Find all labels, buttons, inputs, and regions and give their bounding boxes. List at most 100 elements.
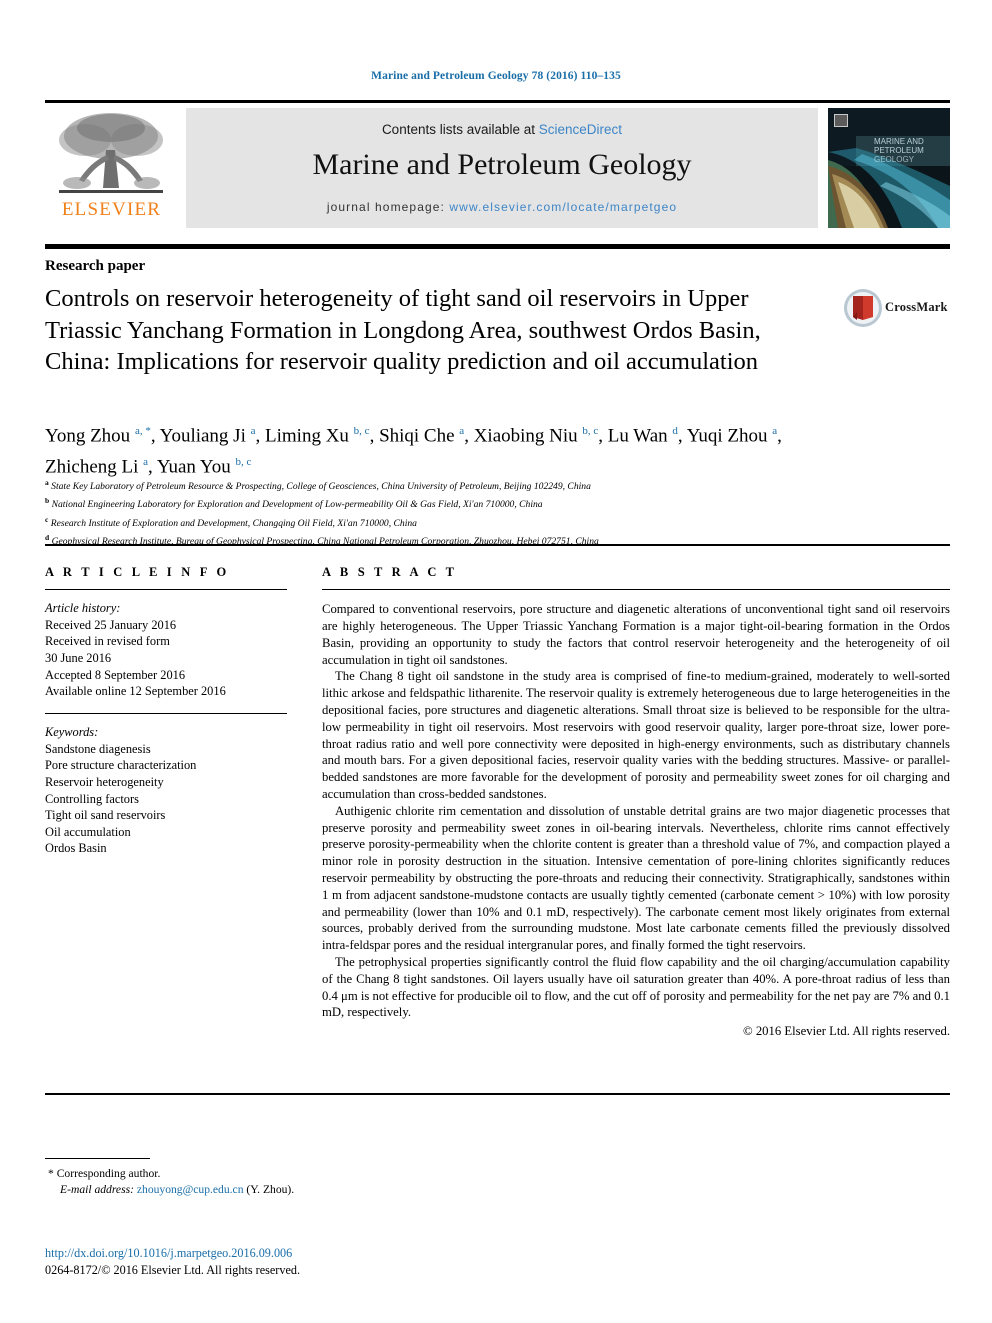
- affiliation-item: d Geophysical Research Institute, Bureau…: [45, 531, 925, 549]
- issn-copyright-line: 0264-8172/© 2016 Elsevier Ltd. All right…: [45, 1263, 300, 1277]
- doi-link[interactable]: http://dx.doi.org/10.1016/j.marpetgeo.20…: [45, 1246, 292, 1261]
- svg-text:PETROLEUM: PETROLEUM: [874, 146, 924, 155]
- corresponding-marker: *: [48, 1167, 54, 1180]
- author-separator: ,: [150, 425, 160, 447]
- affiliation-text: State Key Laboratory of Petroleum Resour…: [48, 481, 591, 493]
- abstract-heading: A B S T R A C T: [322, 565, 458, 579]
- article-history-item: 30 June 2016: [45, 651, 112, 666]
- keywords-label: Keywords:: [45, 725, 99, 740]
- author-separator: ,: [677, 425, 687, 447]
- article-info-heading: A R T I C L E I N F O: [45, 565, 230, 579]
- affiliation-item: a State Key Laboratory of Petroleum Reso…: [45, 476, 925, 494]
- author-name[interactable]: Yuan You: [157, 457, 236, 478]
- contents-prefix: Contents lists available at: [381, 122, 539, 137]
- keyword-item[interactable]: Controlling factors: [45, 791, 287, 808]
- journal-homepage-link[interactable]: www.elsevier.com/locate/marpetgeo: [449, 200, 677, 214]
- affiliation-text: Geophysical Research Institute, Bureau o…: [49, 536, 599, 548]
- contents-list-line: Contents lists available at ScienceDirec…: [186, 122, 818, 137]
- homepage-prefix: journal homepage:: [326, 200, 450, 214]
- masthead-bottom-rule: [45, 244, 950, 249]
- author-affiliation-marker: b, c: [353, 425, 370, 437]
- article-history-label: Article history:: [45, 601, 121, 616]
- abstract-paragraph: Compared to conventional reservoirs, por…: [322, 602, 950, 667]
- keyword-item[interactable]: Tight oil sand reservoirs: [45, 807, 287, 824]
- sciencedirect-link[interactable]: ScienceDirect: [539, 122, 622, 137]
- keyword-item[interactable]: Reservoir heterogeneity: [45, 774, 287, 791]
- corresponding-author-line: * Corresponding author.: [48, 1166, 508, 1182]
- keyword-item[interactable]: Sandstone diagenesis: [45, 741, 287, 758]
- keyword-items: Sandstone diagenesis Pore structure chara…: [45, 741, 287, 857]
- journal-masthead: ELSEVIER Contents lists available at Sci…: [45, 100, 950, 228]
- author-list: Yong Zhou a, *, Youliang Ji a, Liming Xu…: [45, 418, 835, 481]
- article-history-items: Received 25 January 2016 Received in revi…: [45, 617, 287, 700]
- author-name[interactable]: Xiaobing Niu: [474, 425, 583, 446]
- affiliation-text: National Engineering Laboratory for Expl…: [49, 499, 543, 511]
- author-separator: ,: [369, 425, 380, 447]
- info-block-top-rule: [45, 544, 950, 546]
- corresponding-label: Corresponding author.: [56, 1167, 161, 1180]
- affiliation-item: b National Engineering Laboratory for Ex…: [45, 494, 925, 512]
- abstract-heading-rule: [322, 589, 950, 591]
- email-link[interactable]: zhouyong@cup.edu.cn: [137, 1183, 244, 1196]
- info-block-bottom-rule: [45, 1093, 950, 1095]
- running-head: Marine and Petroleum Geology 78 (2016) 1…: [371, 70, 621, 82]
- crossmark-badge[interactable]: CrossMark: [843, 288, 947, 332]
- elsevier-logo: ELSEVIER: [45, 108, 178, 226]
- article-history-item: Accepted 8 September 2016: [45, 667, 186, 682]
- article-history-item: Received 25 January 2016: [45, 617, 177, 632]
- affiliation-list: a State Key Laboratory of Petroleum Reso…: [45, 476, 925, 550]
- author-affiliation-marker: a, *: [134, 425, 151, 437]
- author-separator: ,: [464, 425, 474, 447]
- article-history-item: Available online 12 September 2016: [45, 684, 226, 699]
- author-name[interactable]: Zhicheng Li: [45, 457, 143, 478]
- masthead-top-rule: [45, 100, 950, 103]
- journal-article-page: Marine and Petroleum Geology 78 (2016) 1…: [0, 0, 992, 1323]
- author-separator: ,: [598, 425, 608, 447]
- affiliation-item: c Research Institute of Exploration and …: [45, 513, 925, 531]
- crossmark-label: CrossMark: [885, 300, 948, 314]
- author-separator: ,: [255, 425, 265, 447]
- keywords-rule: [45, 712, 287, 715]
- page-title: Controls on reservoir heterogeneity of t…: [45, 285, 761, 375]
- author-name[interactable]: Shiqi Che: [379, 425, 459, 446]
- article-history: Article history: Received 25 January 201…: [45, 600, 287, 700]
- elsevier-wordmark: ELSEVIER: [61, 199, 162, 220]
- keyword-item[interactable]: Pore structure characterization: [45, 757, 287, 774]
- abstract-paragraph: The petrophysical properties significant…: [322, 955, 950, 1020]
- email-label: E-mail address:: [60, 1183, 134, 1196]
- journal-banner: Contents lists available at ScienceDirec…: [186, 108, 818, 228]
- abstract-copyright: © 2016 Elsevier Ltd. All rights reserved…: [743, 1024, 950, 1039]
- footnote-block: * Corresponding author. E-mail address: …: [48, 1166, 508, 1198]
- journal-title: Marine and Petroleum Geology: [312, 148, 692, 181]
- author-name[interactable]: Yuqi Zhou: [687, 425, 773, 446]
- abstract-column: A B S T R A C T Compared to conventional…: [322, 565, 950, 1039]
- author-separator: ,: [777, 425, 782, 447]
- footnote-rule: [45, 1158, 150, 1160]
- crossmark-icon[interactable]: [843, 288, 883, 328]
- author-separator: ,: [148, 456, 157, 478]
- email-suffix: (Y. Zhou).: [246, 1183, 295, 1196]
- email-line: E-mail address: zhouyong@cup.edu.cn (Y. …: [48, 1182, 508, 1198]
- journal-cover-thumbnail: MARINE AND PETROLEUM GEOLOGY: [828, 108, 950, 228]
- svg-text:MARINE AND: MARINE AND: [874, 137, 924, 146]
- author-affiliation-marker: b, c: [235, 456, 252, 469]
- cover-art-icon: MARINE AND PETROLEUM GEOLOGY: [828, 108, 950, 228]
- abstract-paragraph: Authigenic chlorite rim cementation and …: [322, 803, 950, 953]
- author-affiliation-marker: b, c: [582, 425, 599, 437]
- author-name[interactable]: Yong Zhou: [45, 425, 135, 446]
- affiliation-text: Research Institute of Exploration and De…: [48, 517, 417, 529]
- keyword-item[interactable]: Oil accumulation: [45, 824, 287, 841]
- article-history-item: Received in revised form: [45, 634, 170, 649]
- keywords: Keywords: Sandstone diagenesis Pore struc…: [45, 724, 287, 857]
- author-name[interactable]: Lu Wan: [608, 425, 673, 446]
- elsevier-tree-icon: [59, 113, 163, 193]
- author-name[interactable]: Youliang Ji: [160, 425, 251, 446]
- keyword-item[interactable]: Ordos Basin: [45, 840, 287, 857]
- journal-homepage-line: journal homepage: www.elsevier.com/locat…: [186, 200, 818, 214]
- article-info-column: A R T I C L E I N F O Article history: R…: [45, 565, 287, 857]
- article-type-label: Research paper: [45, 258, 146, 274]
- abstract-body: Compared to conventional reservoirs, por…: [322, 601, 950, 1021]
- svg-text:GEOLOGY: GEOLOGY: [874, 155, 915, 164]
- author-name[interactable]: Liming Xu: [265, 425, 354, 446]
- abstract-paragraph: The Chang 8 tight oil sandstone in the s…: [322, 669, 950, 802]
